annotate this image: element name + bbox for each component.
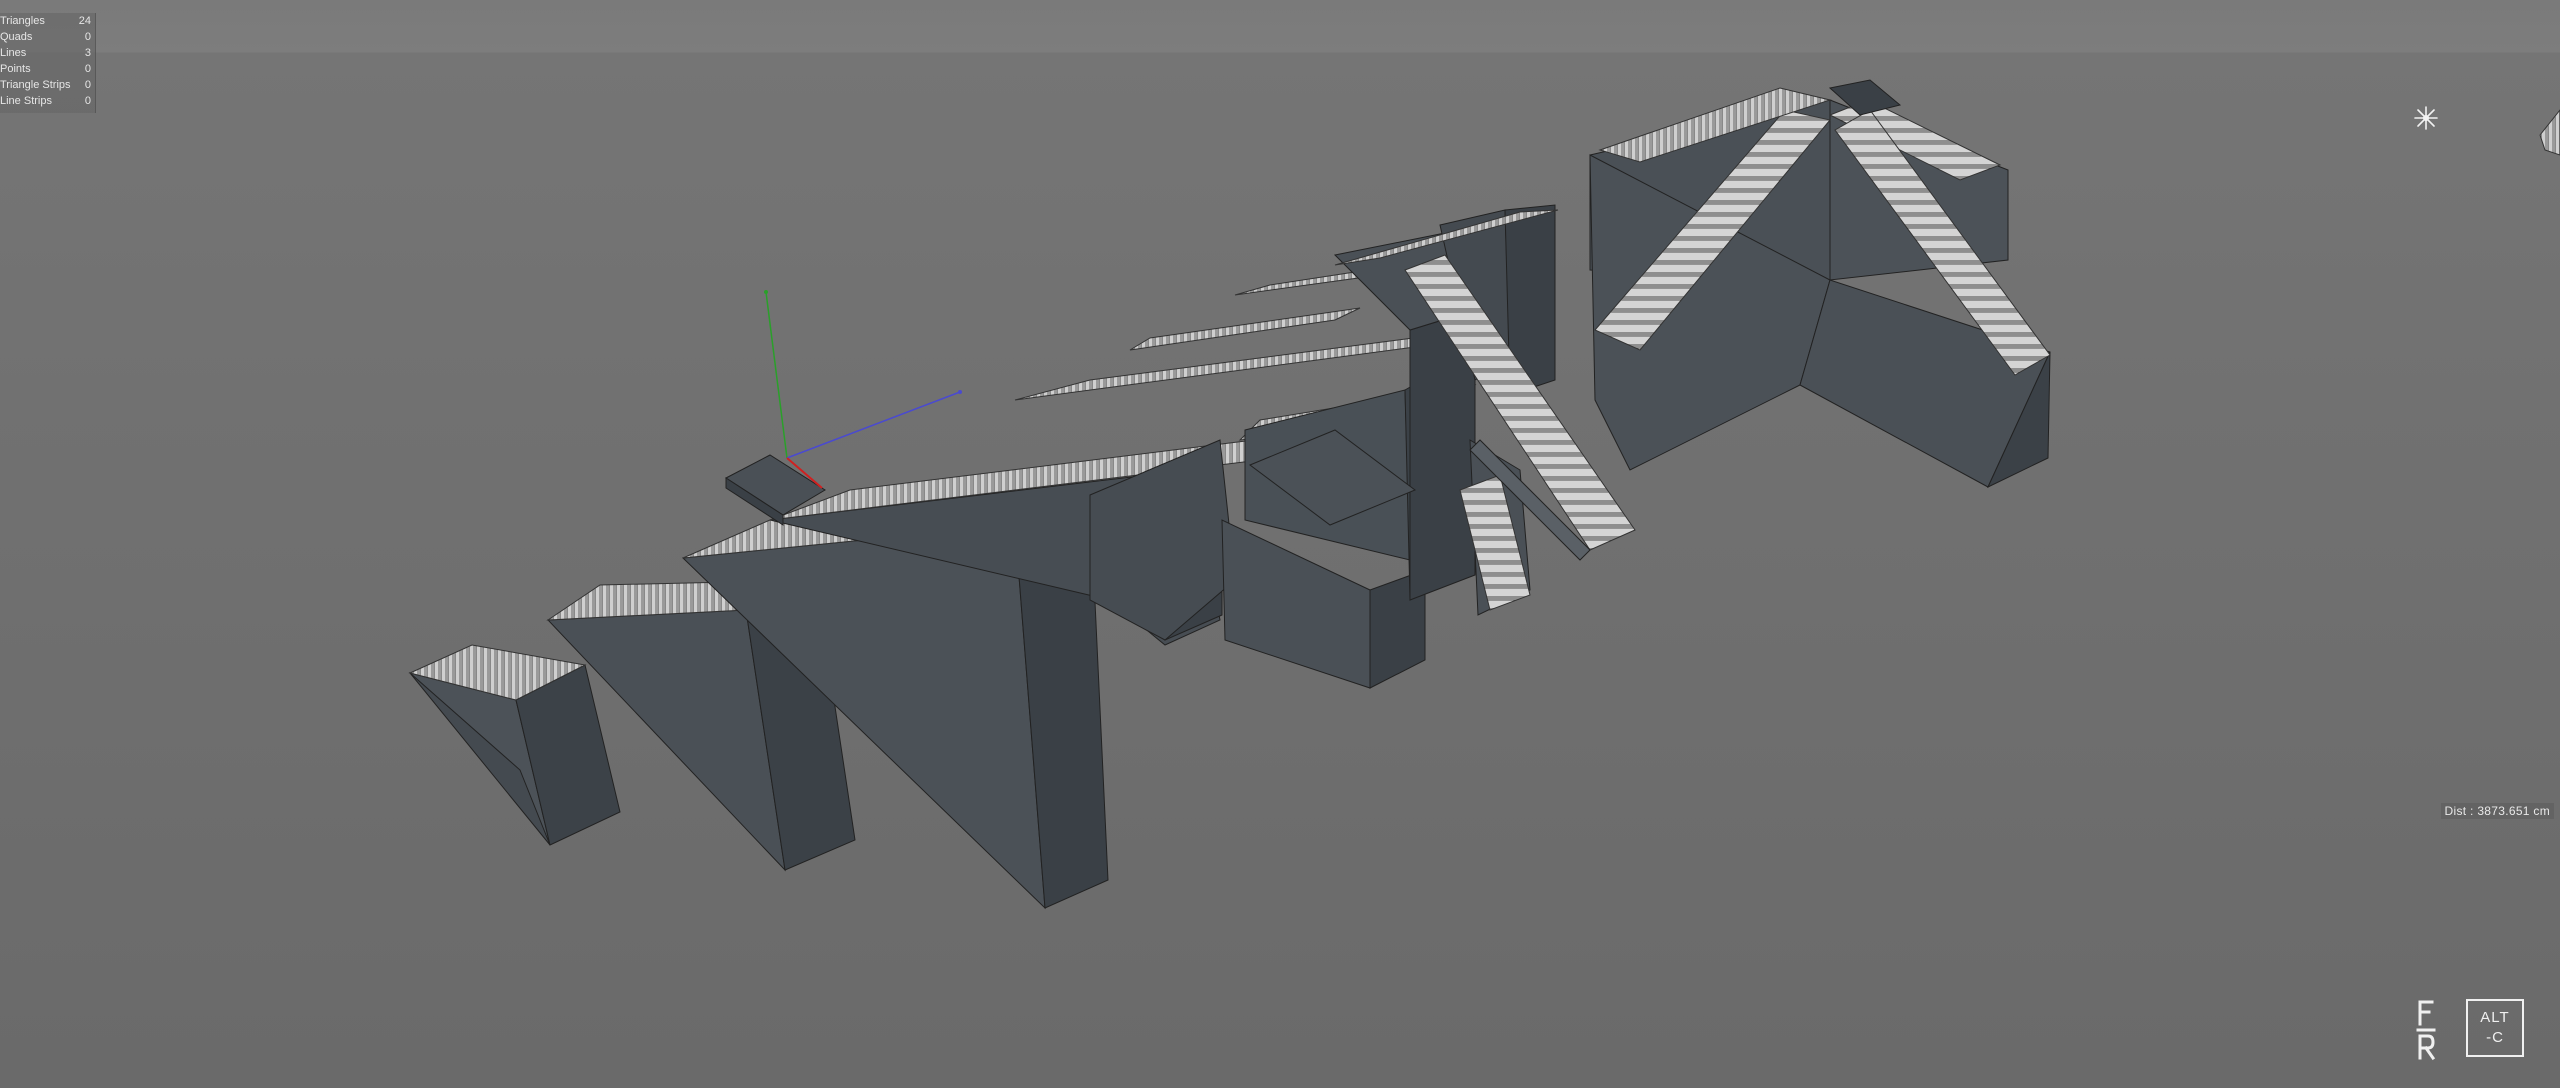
- stat-label: Line Strips: [0, 95, 52, 107]
- stat-value: 0: [84, 31, 91, 43]
- pyramid-stair-block[interactable]: [1589, 79, 2051, 489]
- stat-row-triangle-strips: Triangle Strips 0: [0, 77, 95, 93]
- stat-value: 0: [84, 95, 91, 107]
- stat-row-triangles: Triangles 24: [0, 13, 95, 29]
- brand-logo-altc: ALT -C: [2466, 999, 2524, 1057]
- brand-logo-fr: [2416, 1000, 2436, 1061]
- offscreen-block-edge[interactable]: [2539, 109, 2560, 156]
- stat-value: 0: [84, 79, 91, 91]
- stat-label: Triangle Strips: [0, 79, 71, 91]
- 3d-viewport[interactable]: Triangles 24 Quads 0 Lines 3 Points 0 Tr…: [0, 0, 2560, 1088]
- light-icon[interactable]: [2412, 104, 2440, 132]
- brand-altc-line2: -C: [2486, 1029, 2504, 1046]
- gizmo-y-axis: [765, 291, 788, 459]
- stat-row-quads: Quads 0: [0, 29, 95, 45]
- scene-canvas[interactable]: [0, 0, 2560, 1088]
- stat-row-line-strips: Line Strips 0: [0, 93, 95, 109]
- stat-label: Lines: [0, 47, 27, 59]
- stat-value: 3: [84, 47, 91, 59]
- brand-altc-line1: ALT: [2480, 1009, 2510, 1026]
- stat-value: 0: [84, 63, 91, 75]
- distance-readout: Dist : 3873.651 cm: [2440, 803, 2554, 819]
- stat-row-lines: Lines 3: [0, 45, 95, 61]
- stat-label: Quads: [0, 31, 33, 43]
- gizmo-z-axis: [786, 391, 961, 459]
- transform-gizmo[interactable]: [764, 290, 962, 489]
- stat-value: 24: [78, 15, 91, 27]
- wedge-block-1[interactable]: [408, 644, 621, 846]
- stat-label: Triangles: [0, 15, 45, 27]
- stat-label: Points: [0, 63, 31, 75]
- stats-panel: Triangles 24 Quads 0 Lines 3 Points 0 Tr…: [0, 13, 96, 113]
- stat-row-points: Points 0: [0, 61, 95, 77]
